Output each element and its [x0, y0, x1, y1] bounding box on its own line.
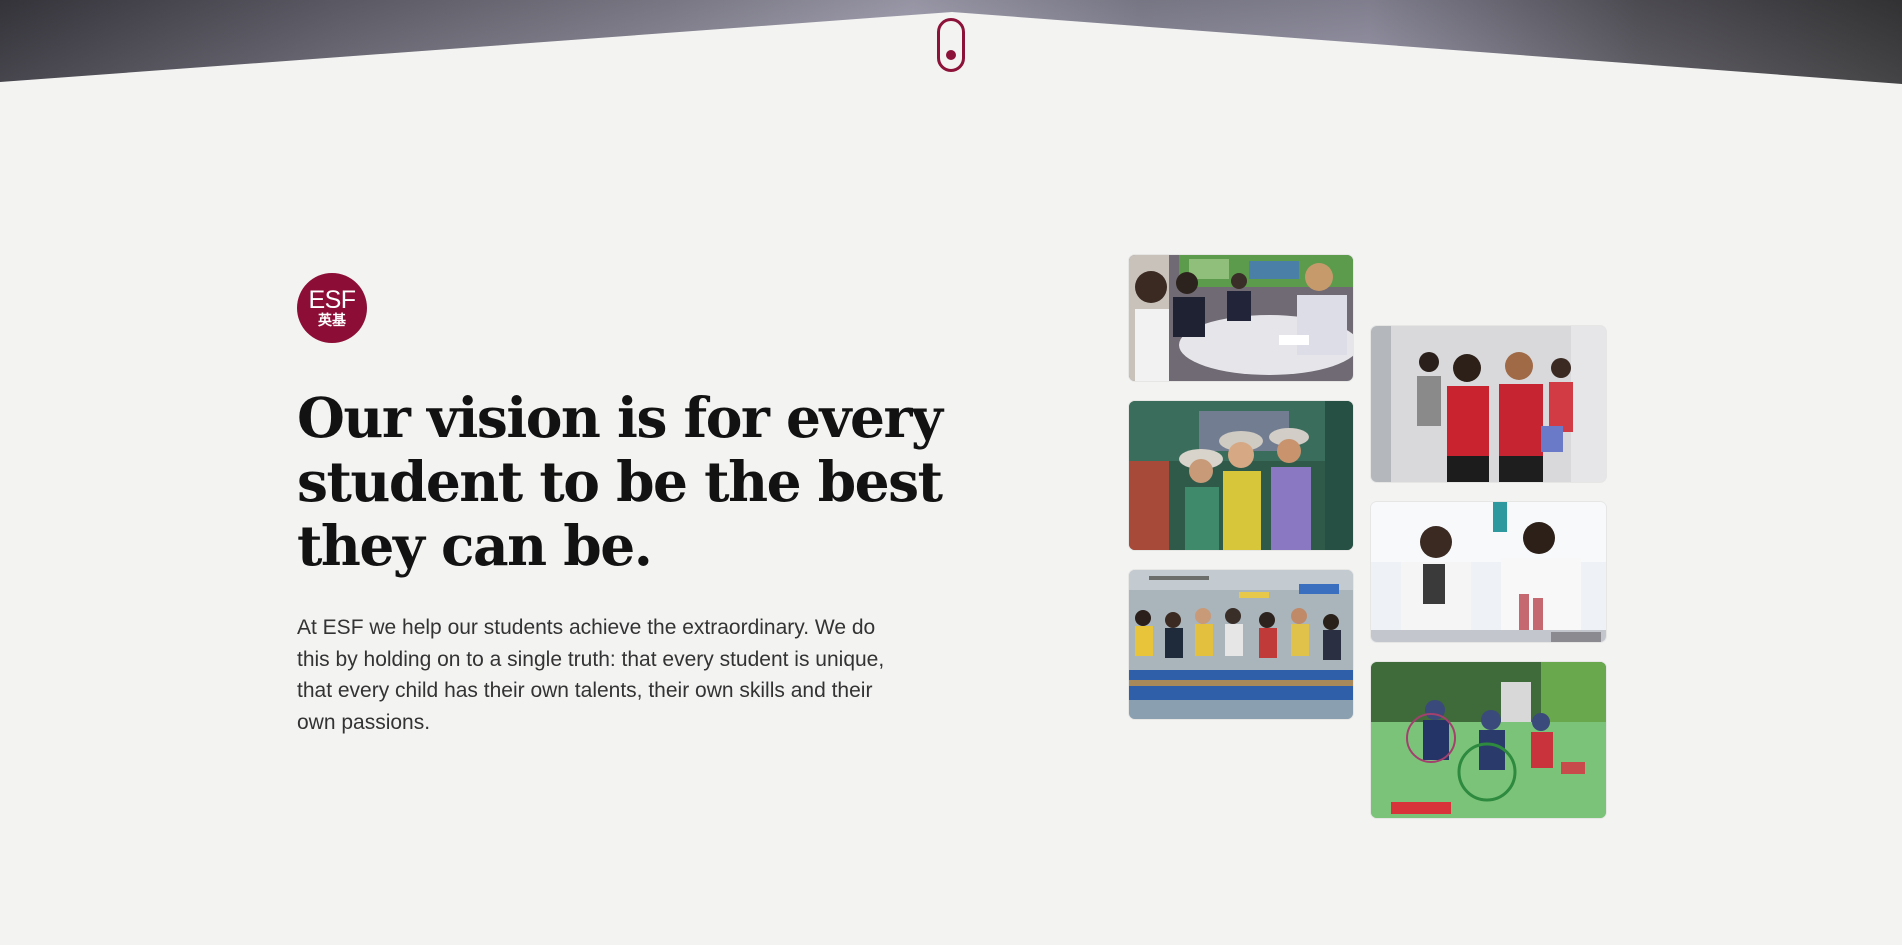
gallery-photo-classroom [1129, 255, 1353, 381]
headline-line-1: Our vision is for every [297, 385, 943, 450]
gallery-photo-playground [1129, 401, 1353, 550]
vision-headline: Our vision is for every student to be th… [297, 386, 997, 578]
gallery-photo-science-lab [1371, 502, 1606, 642]
headline-line-3: they can be. [297, 513, 653, 578]
gallery-photo-rafting [1129, 570, 1353, 719]
gallery-photo-hoops [1371, 662, 1606, 818]
logo-text-zh: 英基 [318, 313, 346, 329]
headline-line-2: student to be the best [297, 449, 943, 514]
esf-logo: ESF 英基 [297, 273, 367, 343]
gallery-photo-corridor [1371, 326, 1606, 482]
logo-text-en: ESF [308, 286, 356, 314]
scroll-dot [946, 50, 956, 60]
vision-description: At ESF we help our students achieve the … [297, 616, 885, 734]
mouse-scroll-icon[interactable] [937, 18, 965, 72]
